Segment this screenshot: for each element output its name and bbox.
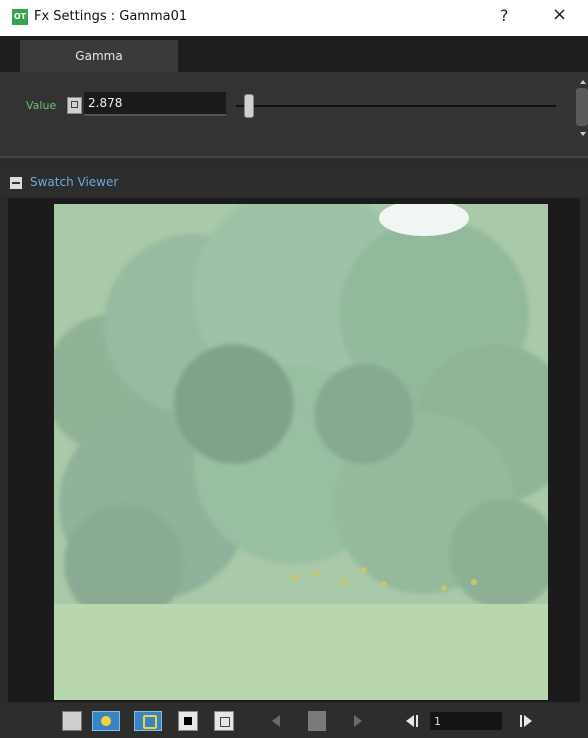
value-field[interactable]: [84, 92, 226, 116]
swatch-header: Swatch Viewer: [0, 170, 588, 196]
tab-gamma[interactable]: Gamma: [20, 40, 178, 72]
fx-settings-window: OT Fx Settings : Gamma01 ? × Gamma Value…: [0, 0, 588, 738]
scroll-up-icon[interactable]: [580, 80, 586, 84]
preview-toggle-button[interactable]: [92, 711, 120, 731]
tab-strip: Gamma: [0, 36, 588, 72]
checkerboard-icon: [220, 717, 230, 727]
window-title: Fx Settings : Gamma01: [34, 9, 188, 24]
viewer-toolbar: [0, 704, 588, 738]
camera-view-toggle-button[interactable]: [134, 711, 162, 731]
param-scrollbar[interactable]: [574, 80, 588, 140]
scroll-thumb[interactable]: [576, 88, 588, 126]
lock-icon[interactable]: [67, 97, 82, 114]
black-square-icon: [184, 717, 192, 725]
camera-icon[interactable]: [308, 711, 326, 731]
checkerboard-bg-button[interactable]: [214, 711, 234, 731]
frame-icon: [143, 715, 157, 729]
parameter-panel: Value: [0, 72, 588, 156]
preview-image: [54, 204, 548, 700]
swatch-viewer: [8, 198, 580, 702]
value-slider-handle[interactable]: [244, 94, 254, 118]
histogram-icon[interactable]: [62, 711, 82, 731]
title-bar: OT Fx Settings : Gamma01 ? ×: [0, 0, 588, 36]
first-frame-icon[interactable]: [406, 713, 422, 729]
eye-icon: [101, 716, 111, 726]
last-frame-icon[interactable]: [520, 713, 536, 729]
prev-arrow-icon[interactable]: [268, 715, 280, 727]
help-button[interactable]: ?: [500, 6, 509, 25]
frame-field[interactable]: [430, 712, 502, 730]
app-icon: OT: [12, 9, 28, 25]
collapse-icon[interactable]: [10, 177, 22, 189]
value-slider-track[interactable]: [236, 105, 556, 107]
scroll-down-icon[interactable]: [580, 132, 586, 136]
black-bg-button[interactable]: [178, 711, 198, 731]
divider: [0, 156, 588, 158]
next-arrow-icon[interactable]: [354, 715, 362, 727]
close-button[interactable]: ×: [552, 4, 567, 25]
swatch-title: Swatch Viewer: [30, 175, 119, 189]
value-label: Value: [26, 99, 57, 112]
